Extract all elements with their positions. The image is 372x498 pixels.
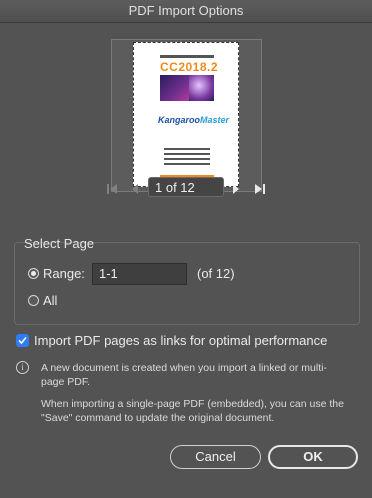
all-label: All bbox=[43, 293, 58, 308]
all-radio[interactable] bbox=[28, 295, 39, 306]
import-as-links-label[interactable]: Import PDF pages as links for optimal pe… bbox=[34, 333, 327, 348]
first-page-icon[interactable] bbox=[104, 177, 120, 201]
select-page-group bbox=[14, 242, 360, 325]
select-page-label: Select Page bbox=[24, 236, 95, 251]
range-radio[interactable] bbox=[28, 268, 39, 279]
preview-logo: KangarooMaster bbox=[158, 115, 229, 125]
preview-topline bbox=[160, 55, 214, 58]
pdf-page-thumbnail: CC2018.2 KangarooMaster bbox=[133, 42, 239, 187]
range-label: Range: bbox=[43, 266, 85, 281]
preview-logo-main: Kangaroo bbox=[158, 115, 201, 125]
range-total-label: (of 12) bbox=[197, 266, 235, 281]
preview-art-accent bbox=[189, 75, 214, 101]
import-as-links-checkbox[interactable] bbox=[16, 334, 29, 347]
previous-page-icon[interactable] bbox=[128, 177, 142, 201]
info-text-line2: page PDF. bbox=[41, 376, 91, 388]
page-navigation: 1 of 12 bbox=[0, 177, 372, 201]
page-number-field[interactable]: 1 of 12 bbox=[148, 177, 224, 197]
preview-headline: CC2018.2 bbox=[160, 60, 219, 74]
info-text-line3: When importing a single-page PDF (embedd… bbox=[41, 398, 344, 410]
checkmark-icon bbox=[18, 336, 27, 345]
window-title: PDF Import Options bbox=[0, 0, 372, 23]
info-text-line1: A new document is created when you impor… bbox=[41, 362, 327, 374]
cancel-button[interactable]: Cancel bbox=[170, 445, 261, 469]
info-icon: i bbox=[16, 361, 29, 374]
preview-logo-accent: Master bbox=[200, 115, 230, 125]
last-page-icon[interactable] bbox=[252, 177, 268, 201]
next-page-icon[interactable] bbox=[229, 177, 243, 201]
preview-text-lines bbox=[164, 148, 210, 168]
info-text-line4: "Save" command to update the original do… bbox=[41, 412, 275, 424]
range-input[interactable]: 1-1 bbox=[92, 263, 187, 285]
ok-button[interactable]: OK bbox=[268, 445, 358, 469]
page-preview: CC2018.2 KangarooMaster bbox=[111, 39, 262, 192]
